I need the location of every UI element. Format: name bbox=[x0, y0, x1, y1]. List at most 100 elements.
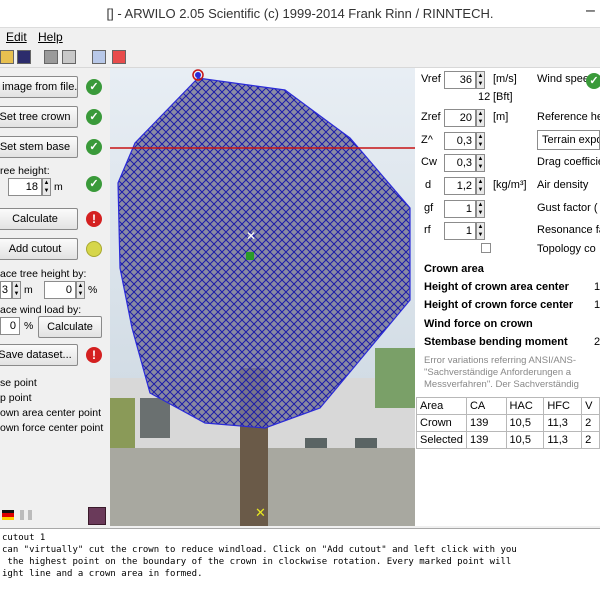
crown-drawing[interactable]: ✕ ✕ bbox=[110, 68, 415, 526]
table-cell: 10,5 bbox=[505, 431, 545, 449]
resonance-factor-label: Resonance fa bbox=[537, 224, 600, 236]
force-center-marker bbox=[246, 252, 254, 260]
warning-icon bbox=[86, 241, 102, 257]
bft-unit: [Bft] bbox=[493, 91, 513, 103]
table-cell: 2 bbox=[581, 414, 600, 432]
reduce-wind-pct-input[interactable]: 0 bbox=[0, 317, 20, 335]
reduce-height-m-unit: m bbox=[24, 284, 33, 296]
vref-unit: [m/s] bbox=[493, 73, 517, 85]
height-area-center-label: Height of crown area center bbox=[424, 281, 569, 293]
table-cell: Selected bbox=[416, 431, 467, 449]
air-density-label: Air density bbox=[537, 179, 589, 191]
check-icon: ✓ bbox=[86, 176, 102, 192]
italy-flag-icon[interactable] bbox=[20, 510, 32, 520]
check-icon: ✓ bbox=[86, 139, 102, 155]
topology-checkbox[interactable] bbox=[481, 243, 491, 253]
tree-height-spinner[interactable]: ▲ ▼ bbox=[42, 178, 51, 196]
height-force-center-label: Height of crown force center bbox=[424, 299, 574, 311]
help-line-4: ight line and a crown area in formed. bbox=[2, 569, 203, 579]
vref-input[interactable]: 36 bbox=[444, 71, 476, 89]
cw-input[interactable]: 0,3 bbox=[444, 154, 476, 172]
z-exp-label: Z^ bbox=[421, 134, 433, 146]
terrain-exposure-dropdown[interactable]: Terrain expo bbox=[537, 130, 600, 150]
print-icon[interactable] bbox=[44, 50, 58, 64]
reduce-wind-pct-unit: % bbox=[24, 320, 34, 332]
wind-force-label: Wind force on crown bbox=[424, 318, 533, 330]
menu-help[interactable]: Help bbox=[38, 30, 63, 44]
zref-input[interactable]: 20 bbox=[444, 109, 476, 127]
calculate-button[interactable]: Calculate bbox=[0, 208, 78, 230]
table-cell: 139 bbox=[465, 414, 507, 432]
help-line-1: cutout 1 bbox=[2, 533, 46, 543]
air-density-spinner[interactable]: ▲ ▼ bbox=[476, 177, 485, 195]
topology-label: Topology co bbox=[537, 243, 596, 255]
d-label: d bbox=[425, 179, 432, 191]
bft-value: 12 bbox=[478, 91, 491, 103]
tree-image-canvas[interactable]: ✕ ✕ bbox=[110, 68, 415, 526]
set-stem-base-button[interactable]: Set stem base bbox=[0, 136, 78, 158]
table-row[interactable]: Crown 139 10,5 11,3 2 bbox=[416, 414, 600, 432]
stembase-moment-label: Stembase bending moment bbox=[424, 336, 568, 348]
open-folder-icon[interactable] bbox=[0, 50, 14, 64]
legend-force-center: own force center point bbox=[0, 422, 104, 434]
table-header[interactable]: HAC bbox=[505, 397, 545, 415]
vref-spinner[interactable]: ▲ ▼ bbox=[476, 71, 485, 89]
top-point-dot bbox=[195, 72, 201, 78]
reduce-height-pct-spinner[interactable]: ▲ ▼ bbox=[76, 281, 85, 299]
gust-factor-label: Gust factor ( bbox=[537, 202, 598, 214]
gf-label: gf bbox=[424, 202, 434, 214]
copy-icon[interactable] bbox=[92, 50, 106, 64]
table-header[interactable]: V bbox=[581, 397, 600, 415]
legend-top-point: p point bbox=[0, 392, 32, 404]
table-header-row: Area CA HAC HFC V bbox=[416, 397, 600, 415]
error-note-line-1: Error variations referring ANSI/ANS- bbox=[424, 355, 577, 366]
print-preview-icon[interactable] bbox=[62, 50, 76, 64]
air-density-input[interactable]: 1,2 bbox=[444, 177, 476, 195]
legend-base-point: se point bbox=[0, 377, 37, 389]
help-text-box[interactable]: cutout 1 can "virtually" cut the crown to… bbox=[0, 528, 600, 600]
zref-unit: [m] bbox=[493, 111, 509, 123]
table-cell: 11,3 bbox=[543, 431, 583, 449]
table-row[interactable]: Selected 139 10,5 11,3 2 bbox=[416, 431, 600, 449]
export-icon[interactable] bbox=[112, 50, 126, 64]
error-note-line-2: "Sachverständige Anforderungen a bbox=[424, 367, 572, 378]
check-icon: ✓ bbox=[586, 73, 600, 89]
z-exp-spinner[interactable]: ▲ ▼ bbox=[476, 132, 485, 150]
zref-spinner[interactable]: ▲ ▼ bbox=[476, 109, 485, 127]
gust-factor-input[interactable]: 1 bbox=[444, 200, 476, 218]
reduce-wind-label: ace wind load by: bbox=[0, 304, 82, 316]
legend-area-center: own area center point bbox=[0, 407, 101, 419]
table-header[interactable]: Area bbox=[416, 397, 467, 415]
tree-height-label: ree height: bbox=[0, 165, 50, 177]
menu-edit[interactable]: Edit bbox=[6, 30, 27, 44]
resonance-factor-input[interactable]: 1 bbox=[444, 222, 476, 240]
save-dataset-button[interactable]: Save dataset... bbox=[0, 344, 78, 366]
minimize-button[interactable]: – bbox=[586, 2, 600, 24]
table-header[interactable]: CA bbox=[465, 397, 507, 415]
reduce-height-label: ace tree height by: bbox=[0, 268, 87, 280]
book-icon[interactable] bbox=[88, 507, 106, 525]
set-tree-crown-button[interactable]: Set tree crown bbox=[0, 106, 78, 128]
check-icon: ✓ bbox=[86, 109, 102, 125]
reduce-height-pct-input[interactable]: 0 bbox=[44, 281, 76, 299]
tree-height-input[interactable]: 18 bbox=[8, 178, 42, 196]
save-icon[interactable] bbox=[17, 50, 31, 64]
resonance-factor-spinner[interactable]: ▲ ▼ bbox=[476, 222, 485, 240]
cw-spinner[interactable]: ▲ ▼ bbox=[476, 154, 485, 172]
z-exp-input[interactable]: 0,3 bbox=[444, 132, 476, 150]
cw-label: Cw bbox=[421, 156, 437, 168]
table-header[interactable]: HFC bbox=[543, 397, 583, 415]
germany-flag-icon[interactable] bbox=[2, 510, 14, 520]
reduce-height-m-spinner[interactable]: ▲ ▼ bbox=[12, 281, 21, 299]
gust-factor-spinner[interactable]: ▲ ▼ bbox=[476, 200, 485, 218]
reduce-height-m-input[interactable]: 3 bbox=[0, 281, 12, 299]
drag-coefficient-label: Drag coefficie bbox=[537, 156, 600, 168]
calculate-reduced-button[interactable]: Calculate bbox=[38, 316, 102, 338]
vref-label: Vref bbox=[421, 73, 441, 85]
menu-bar bbox=[0, 28, 600, 46]
help-line-2: can "virtually" cut the crown to reduce … bbox=[2, 545, 517, 555]
add-cutout-button[interactable]: Add cutout bbox=[0, 238, 78, 260]
height-force-center-value: 1 bbox=[594, 299, 600, 311]
open-image-button[interactable]: n image from file... bbox=[0, 76, 78, 98]
toolbar bbox=[0, 46, 600, 68]
